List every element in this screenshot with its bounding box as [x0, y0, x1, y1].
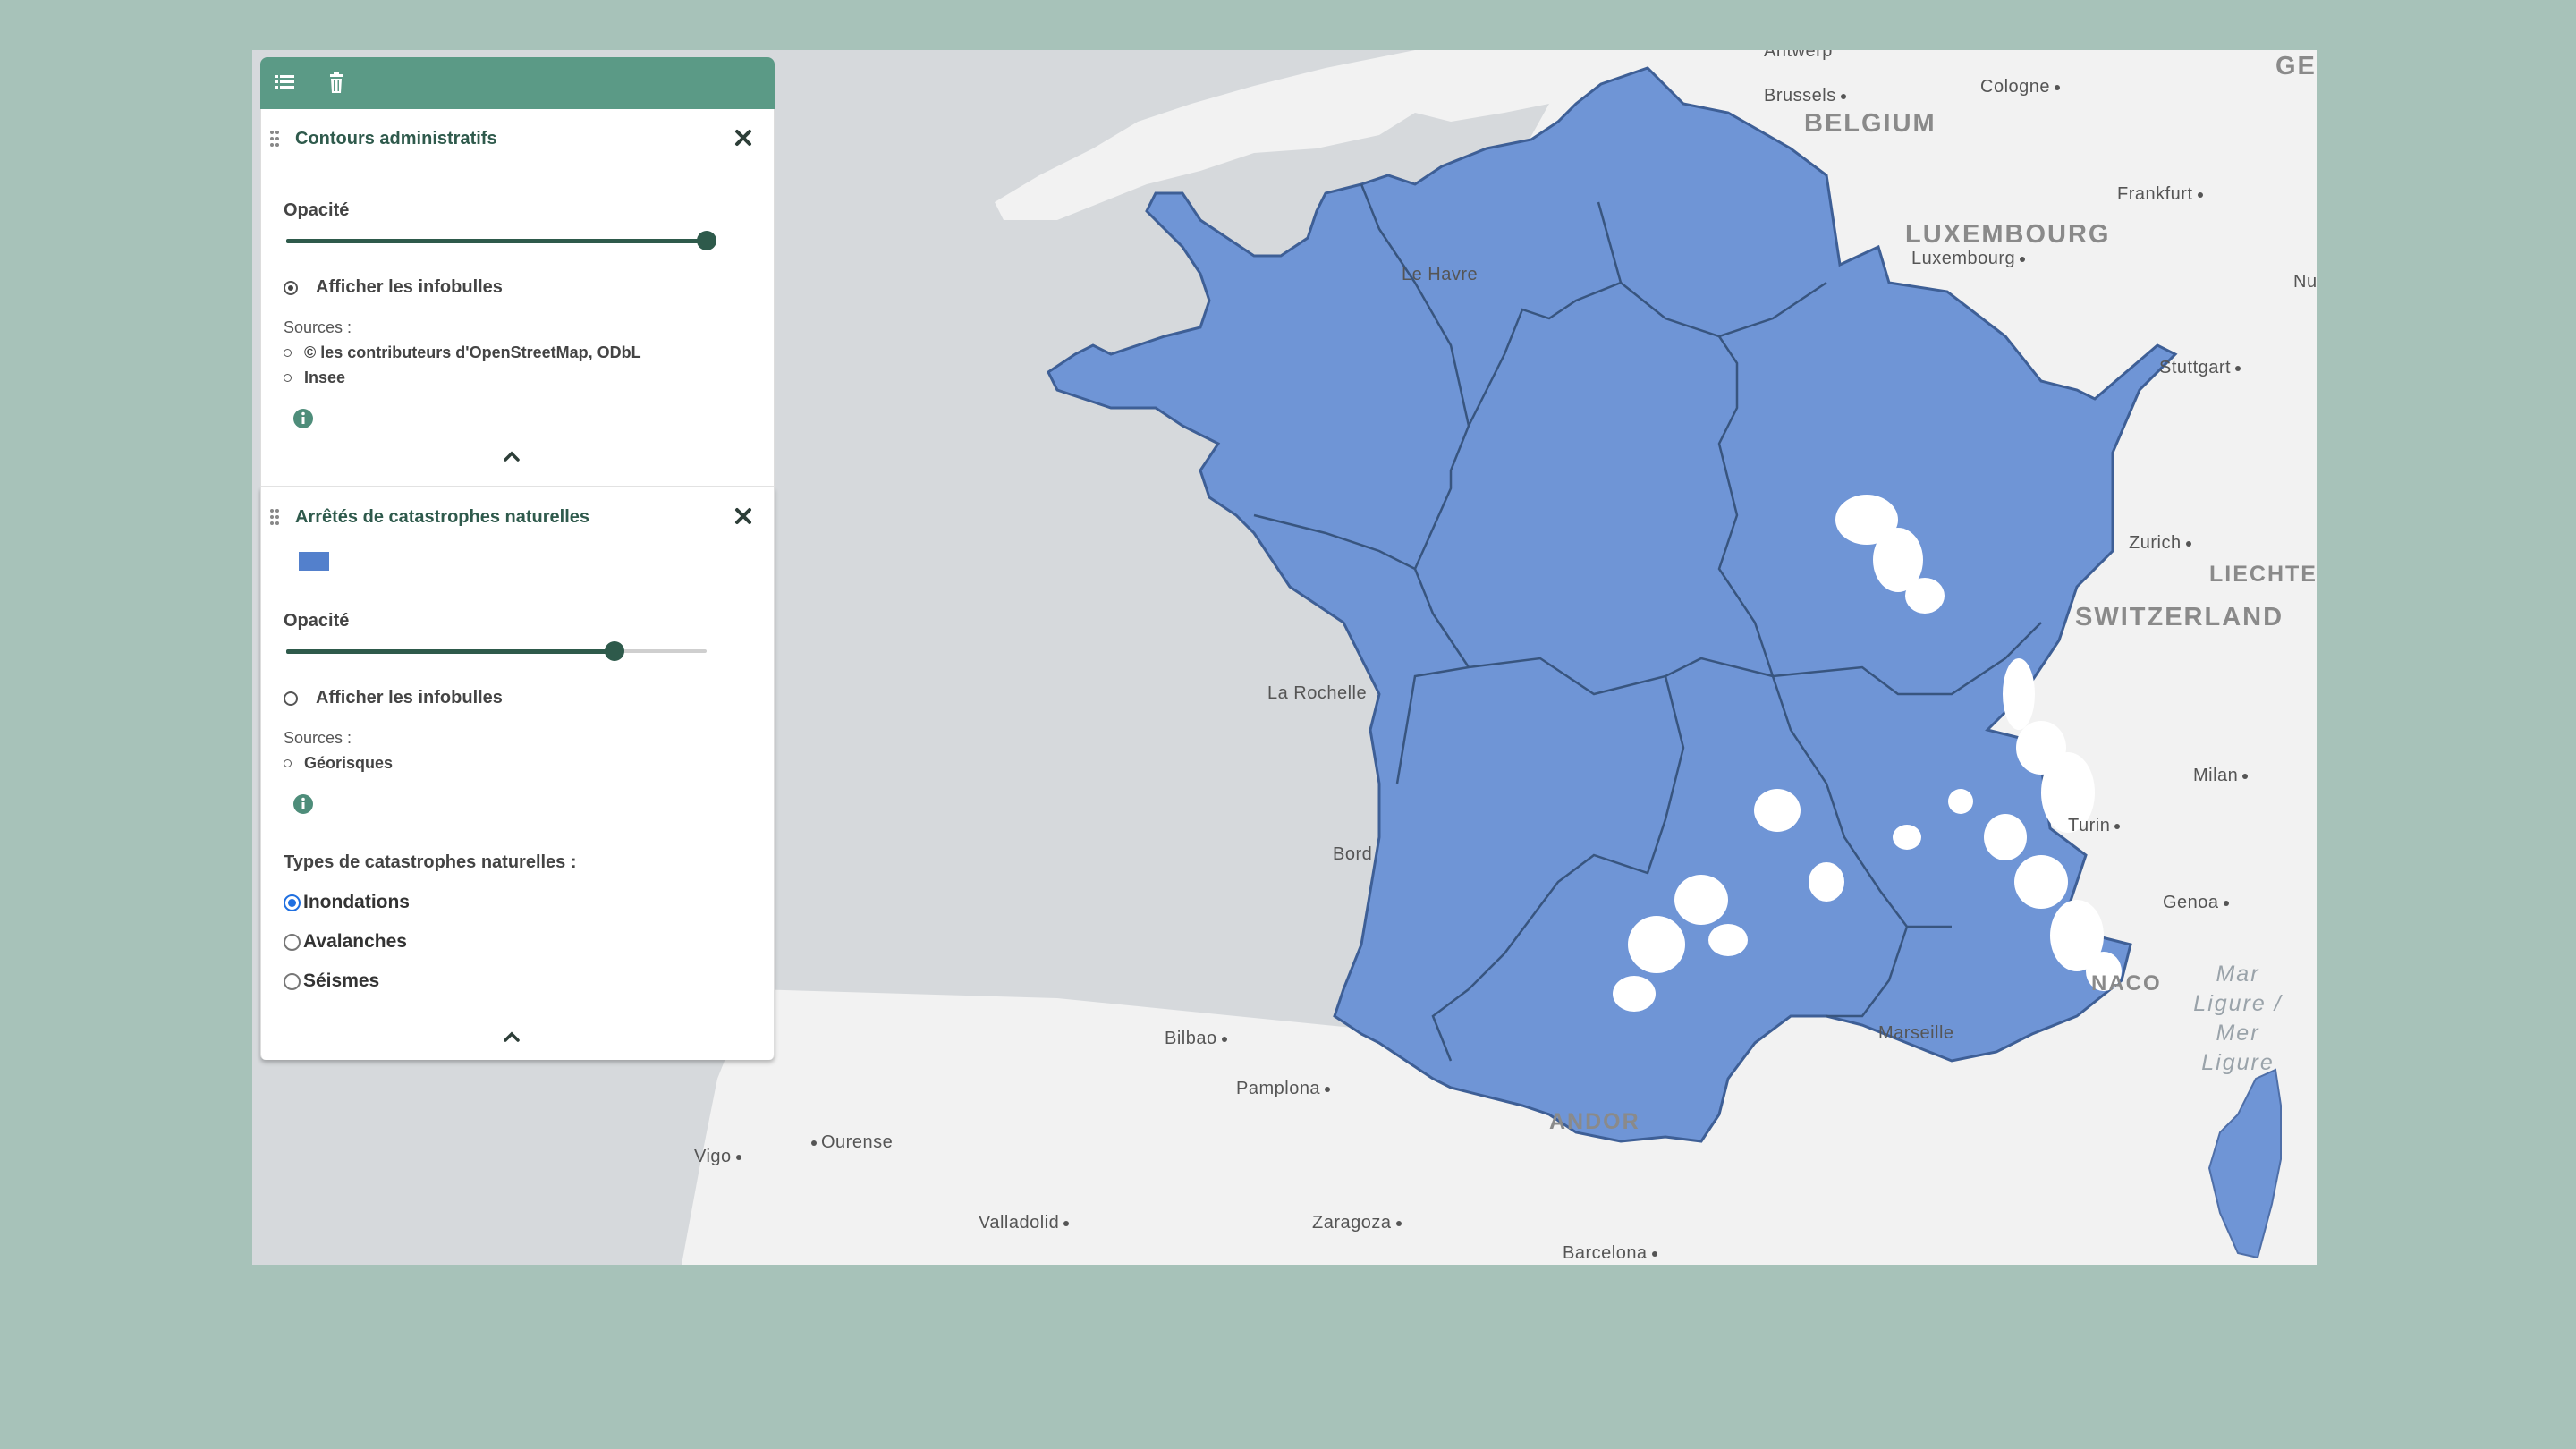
layer-card-administrative: Contours administratifs Opacité Afficher… — [260, 109, 775, 487]
trash-icon[interactable] — [323, 70, 350, 97]
info-icon[interactable] — [292, 793, 314, 815]
sea-label-ligurian: Mar Ligure / Mer Ligure — [2193, 962, 2283, 1075]
panel-toolbar — [260, 57, 775, 109]
disaster-type-option[interactable]: Séismes — [284, 970, 379, 992]
city-label-valladolid: Valladolid — [979, 1213, 1070, 1233]
city-label-nu: Nu — [2293, 272, 2317, 292]
tooltip-toggle[interactable]: Afficher les infobulles — [284, 277, 503, 298]
tooltip-toggle[interactable]: Afficher les infobulles — [284, 688, 503, 708]
disaster-type-radio[interactable] — [284, 894, 301, 911]
legend-swatch — [299, 552, 329, 571]
disaster-type-option[interactable]: Inondations — [284, 892, 410, 913]
disaster-types-label: Types de catastrophes naturelles : — [284, 852, 577, 872]
country-label-monaco: NACO — [2091, 971, 2162, 996]
opacity-label: Opacité — [284, 611, 350, 631]
drag-handle-icon[interactable] — [268, 507, 281, 527]
info-icon[interactable] — [292, 408, 314, 429]
country-label-switzerland: SWITZERLAND — [2075, 603, 2284, 631]
chevron-up-icon[interactable] — [501, 449, 522, 463]
city-label-bilbao: Bilbao — [1165, 1029, 1227, 1049]
layer-title: Arrêtés de catastrophes naturelles — [295, 507, 590, 527]
chevron-up-icon[interactable] — [501, 1030, 522, 1044]
drag-handle-icon[interactable] — [268, 129, 281, 148]
sources-label: Sources : — [284, 318, 352, 336]
city-label-le-havre: Le Havre — [1402, 265, 1479, 284]
opacity-label: Opacité — [284, 200, 350, 220]
city-label-stuttgart: Stuttgart — [2159, 358, 2241, 378]
country-label-liechtenstein: LIECHTENS — [2209, 562, 2317, 587]
disaster-type-radio[interactable] — [284, 933, 301, 951]
city-label-bordeaux: Bord — [1333, 844, 1373, 864]
country-label-germany: GE — [2275, 52, 2317, 80]
city-label-cologne: Cologne — [1980, 77, 2061, 97]
city-label-milan: Milan — [2193, 766, 2249, 786]
country-label-belgium: BELGIUM — [1804, 109, 1936, 138]
opacity-slider[interactable] — [286, 231, 716, 250]
city-label-luxembourg: Luxembourg — [1911, 249, 2026, 269]
city-label-zurich: Zurich — [2129, 533, 2191, 554]
city-label-zaragoza: Zaragoza — [1312, 1213, 1402, 1233]
source-item: Géorisques — [284, 754, 393, 773]
source-item: © les contributeurs d'OpenStreetMap, ODb… — [284, 343, 641, 362]
tooltip-radio[interactable] — [284, 280, 298, 295]
close-icon[interactable] — [733, 127, 754, 148]
layer-card-natural-disasters: Arrêtés de catastrophes naturelles Opaci… — [260, 487, 775, 1060]
source-item: Insee — [284, 369, 345, 387]
tooltip-radio[interactable] — [284, 691, 298, 706]
city-label-brussels: Brussels — [1764, 86, 1846, 106]
city-label-frankfurt: Frankfurt — [2117, 184, 2203, 205]
disaster-type-option[interactable]: Avalanches — [284, 931, 407, 953]
city-label-marseille: Marseille — [1878, 1023, 1954, 1043]
city-label-ourense: Ourense — [811, 1132, 893, 1153]
city-label-vigo: Vigo — [694, 1147, 741, 1167]
country-label-luxembourg: LUXEMBOURG — [1905, 220, 2111, 249]
sources-label: Sources : — [284, 729, 352, 747]
country-label-andorra: ANDOR — [1549, 1109, 1640, 1134]
layer-panel: Contours administratifs Opacité Afficher… — [260, 57, 775, 1060]
opacity-slider[interactable] — [286, 641, 707, 661]
city-label-pamplona: Pamplona — [1236, 1079, 1331, 1099]
city-label-genoa: Genoa — [2163, 893, 2229, 913]
city-label-antwerp: Antwerp — [1764, 50, 1833, 61]
city-label-turin: Turin — [2068, 816, 2121, 836]
city-label-la-rochelle: La Rochelle — [1267, 683, 1368, 703]
city-label-barcelona: Barcelona — [1563, 1243, 1657, 1264]
layer-title: Contours administratifs — [295, 129, 497, 148]
disaster-type-radio[interactable] — [284, 972, 301, 990]
close-icon[interactable] — [733, 505, 754, 527]
list-icon[interactable] — [271, 70, 298, 97]
